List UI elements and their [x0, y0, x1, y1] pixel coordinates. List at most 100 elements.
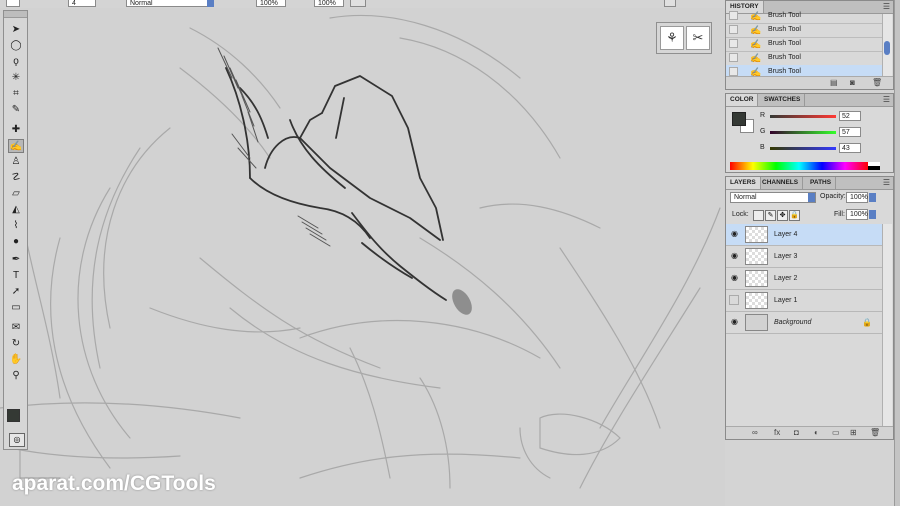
- layer-row[interactable]: ◉ Background 🔒: [726, 312, 882, 334]
- layer-fill-field[interactable]: 100%: [846, 209, 868, 220]
- delete-layer-icon[interactable]: 🗑: [870, 428, 880, 438]
- zoom-tool-icon[interactable]: ⚲: [8, 369, 24, 383]
- panel-menu-icon[interactable]: ☰: [883, 178, 890, 188]
- layer-name[interactable]: Layer 4: [774, 224, 797, 245]
- tool-presets-icon[interactable]: ✂: [686, 26, 710, 50]
- history-source-checkbox[interactable]: [729, 25, 738, 34]
- rotate-view-tool-icon[interactable]: ↻: [8, 337, 24, 351]
- flow-field[interactable]: 100%: [314, 0, 344, 7]
- path-selection-tool-icon[interactable]: ➚: [8, 285, 24, 299]
- visibility-eye-icon[interactable]: ◉: [729, 317, 740, 327]
- history-scrollbar[interactable]: [882, 14, 892, 76]
- adjustment-layer-icon[interactable]: ◐: [814, 428, 819, 438]
- workspace-icon[interactable]: [664, 0, 676, 7]
- layer-name[interactable]: Layer 1: [774, 290, 797, 311]
- layer-style-icon[interactable]: fx: [774, 428, 780, 438]
- new-group-icon[interactable]: ▭: [832, 428, 840, 438]
- document-canvas[interactable]: [0, 8, 725, 506]
- visibility-toggle[interactable]: [729, 295, 739, 305]
- layer-row[interactable]: ◉ Layer 3: [726, 246, 882, 268]
- history-source-checkbox[interactable]: [729, 39, 738, 48]
- delete-state-icon[interactable]: 🗑: [872, 78, 882, 88]
- lock-image-icon[interactable]: ✎: [765, 210, 776, 221]
- layer-row[interactable]: ◉ Layer 2: [726, 268, 882, 290]
- color-ramp-spectrum[interactable]: [730, 162, 868, 170]
- visibility-eye-icon[interactable]: ◉: [729, 229, 740, 239]
- lock-all-icon[interactable]: 🔒: [789, 210, 800, 221]
- link-layers-icon[interactable]: ∞: [752, 428, 758, 438]
- opacity-field[interactable]: 100%: [256, 0, 286, 7]
- notes-tool-icon[interactable]: ✉: [8, 321, 24, 335]
- blue-value-field[interactable]: 43: [839, 143, 861, 153]
- mode-select[interactable]: Normal: [126, 0, 214, 7]
- new-layer-icon[interactable]: ⊞: [850, 428, 857, 438]
- magic-wand-tool-icon[interactable]: ✳: [8, 71, 24, 85]
- brushes-panel-icon[interactable]: ⚘: [660, 26, 684, 50]
- history-state-label: Brush Tool: [768, 12, 801, 19]
- panel-menu-icon[interactable]: ☰: [883, 95, 890, 105]
- opacity-dropdown-arrow-icon[interactable]: [869, 193, 876, 202]
- foreground-color-swatch[interactable]: [7, 409, 20, 422]
- tab-color[interactable]: COLOR: [726, 94, 759, 106]
- lasso-tool-icon[interactable]: ϙ: [8, 55, 24, 69]
- tab-paths[interactable]: PATHS: [806, 177, 837, 189]
- brush-tool-icon[interactable]: ✍: [8, 139, 24, 153]
- layers-scrollbar[interactable]: [882, 224, 892, 427]
- tab-layers[interactable]: LAYERS: [726, 177, 761, 189]
- lock-transparency-icon[interactable]: [753, 210, 764, 221]
- color-foreground-swatch[interactable]: [732, 112, 746, 126]
- green-value-field[interactable]: 57: [839, 127, 861, 137]
- layer-row[interactable]: ◉ Layer 4: [726, 224, 882, 246]
- history-source-checkbox[interactable]: [729, 53, 738, 62]
- history-brush-tool-icon[interactable]: ☡: [8, 171, 24, 185]
- visibility-eye-icon[interactable]: ◉: [729, 273, 740, 283]
- history-state[interactable]: ✍ Brush Tool: [726, 37, 882, 52]
- layer-row[interactable]: Layer 1: [726, 290, 882, 312]
- quick-mask-icon[interactable]: ◎: [9, 433, 25, 447]
- history-state[interactable]: ✍ Brush Tool: [726, 23, 882, 38]
- history-source-checkbox[interactable]: [729, 11, 738, 20]
- clone-stamp-tool-icon[interactable]: ♙: [8, 155, 24, 169]
- eyedropper-tool-icon[interactable]: ✎: [8, 103, 24, 117]
- airbrush-icon[interactable]: [350, 0, 366, 7]
- brush-preset-picker[interactable]: [6, 0, 20, 7]
- color-ramp-black-white[interactable]: [868, 162, 880, 170]
- healing-brush-tool-icon[interactable]: ✚: [8, 123, 24, 137]
- layer-mask-icon[interactable]: ◘: [794, 428, 799, 438]
- tab-channels[interactable]: CHANNELS: [758, 177, 804, 189]
- lock-position-icon[interactable]: ✥: [777, 210, 788, 221]
- pen-tool-icon[interactable]: ✒: [8, 253, 24, 267]
- red-value-field[interactable]: 52: [839, 111, 861, 121]
- tab-swatches[interactable]: SWATCHES: [760, 94, 806, 106]
- layer-thumbnail: [745, 270, 768, 287]
- marquee-tool-icon[interactable]: ◯: [8, 39, 24, 53]
- blend-mode-dropdown-arrow-icon[interactable]: [808, 193, 815, 202]
- crop-tool-icon[interactable]: ⌗: [8, 87, 24, 101]
- blend-mode-select[interactable]: Normal: [730, 192, 816, 203]
- history-source-checkbox[interactable]: [729, 67, 738, 76]
- type-tool-icon[interactable]: T: [8, 269, 24, 283]
- layer-name[interactable]: Background: [774, 312, 811, 333]
- green-slider[interactable]: [770, 131, 836, 134]
- paint-bucket-tool-icon[interactable]: ◭: [8, 203, 24, 217]
- red-slider[interactable]: [770, 115, 836, 118]
- brush-size-field[interactable]: 4: [68, 0, 96, 7]
- toolbox-grip[interactable]: [4, 11, 27, 18]
- hand-tool-icon[interactable]: ✋: [8, 353, 24, 367]
- mode-dropdown-arrow-icon[interactable]: [207, 0, 214, 7]
- layer-name[interactable]: Layer 2: [774, 268, 797, 289]
- move-tool-icon[interactable]: ➤: [8, 23, 24, 37]
- layer-name[interactable]: Layer 3: [774, 246, 797, 267]
- fill-dropdown-arrow-icon[interactable]: [869, 210, 876, 219]
- eraser-tool-icon[interactable]: ▱: [8, 187, 24, 201]
- new-document-from-state-icon[interactable]: ▤: [830, 78, 838, 88]
- blue-slider[interactable]: [770, 147, 836, 150]
- dodge-tool-icon[interactable]: ●: [8, 235, 24, 249]
- new-snapshot-icon[interactable]: ◙: [850, 78, 855, 88]
- visibility-eye-icon[interactable]: ◉: [729, 251, 740, 261]
- history-state[interactable]: ✍ Brush Tool: [726, 9, 882, 24]
- blur-tool-icon[interactable]: ⌇: [8, 219, 24, 233]
- layer-opacity-field[interactable]: 100%: [846, 192, 868, 203]
- rectangle-tool-icon[interactable]: ▭: [8, 301, 24, 315]
- history-state[interactable]: ✍ Brush Tool: [726, 51, 882, 66]
